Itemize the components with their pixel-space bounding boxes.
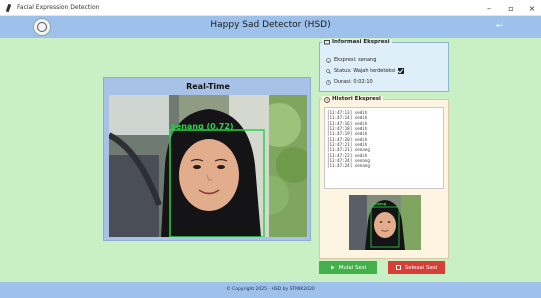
history-panel-title: Histori Ekspresi [332, 96, 381, 102]
window-title: Facial Expression Detection [17, 4, 100, 11]
info-panel: Informasi Ekspresi Ekspresi: senang Stat… [319, 39, 449, 92]
app-header: Happy Sad Detector (HSD) ↩ [0, 16, 541, 38]
search-icon [326, 68, 331, 74]
detection-label: senang (0.72) [171, 122, 234, 131]
history-panel-header: Histori Ekspresi [322, 96, 383, 103]
play-icon [330, 265, 335, 270]
app-title: Happy Sad Detector (HSD) [210, 20, 331, 30]
status-text: Status: Wajah terdeteksi [334, 68, 396, 74]
clock-icon [326, 79, 331, 85]
duration-text: Durasi: 0:02:10 [334, 79, 373, 85]
info-panel-header: Informasi Ekspresi [322, 39, 392, 45]
checkmark-icon [398, 68, 405, 74]
copyright-text: © Copyright 2025 - HSD by STMIK2020 [226, 287, 315, 292]
thumbnail-label: senang [372, 202, 387, 206]
monitor-icon [324, 39, 330, 45]
camera-image [109, 95, 307, 237]
history-list[interactable]: [11:47:13] sedih [11:47:14] sedih [11:47… [324, 107, 444, 189]
minimize-button[interactable]: – [478, 0, 500, 16]
duration-row: Durasi: 0:02:10 [326, 79, 373, 85]
history-panel: Histori Ekspresi [11:47:13] sedih [11:47… [319, 96, 449, 259]
captured-face-thumbnail: senang [349, 195, 421, 250]
realtime-label: Real-Time [186, 82, 230, 91]
start-session-button[interactable]: Mulai Sesi [319, 261, 377, 274]
camera-feed: senang (0.72) [109, 95, 307, 237]
expression-text: Ekspresi: senang [334, 57, 377, 63]
window-titlebar: Facial Expression Detection – ▫ × [0, 0, 541, 16]
stop-session-button[interactable]: Selesai Sesi [388, 261, 445, 274]
feather-icon [4, 3, 14, 13]
stop-icon [395, 265, 401, 270]
smile-icon [326, 57, 331, 63]
expression-row: Ekspresi: senang [326, 57, 376, 63]
status-row: Status: Wajah terdeteksi [326, 68, 405, 74]
clock-icon [324, 96, 330, 103]
close-button[interactable]: × [521, 0, 541, 16]
info-panel-title: Informasi Ekspresi [332, 39, 390, 45]
video-card: Real-Time senang (0.72) [103, 77, 311, 241]
stop-session-label: Selesai Sesi [404, 264, 438, 271]
list-item: [11:47:24] senang [327, 163, 370, 169]
app-footer: © Copyright 2025 - HSD by STMIK2020 [0, 282, 541, 298]
exit-icon[interactable]: ↩ [496, 21, 503, 30]
start-session-label: Mulai Sesi [338, 264, 367, 271]
maximize-button[interactable]: ▫ [500, 0, 522, 16]
